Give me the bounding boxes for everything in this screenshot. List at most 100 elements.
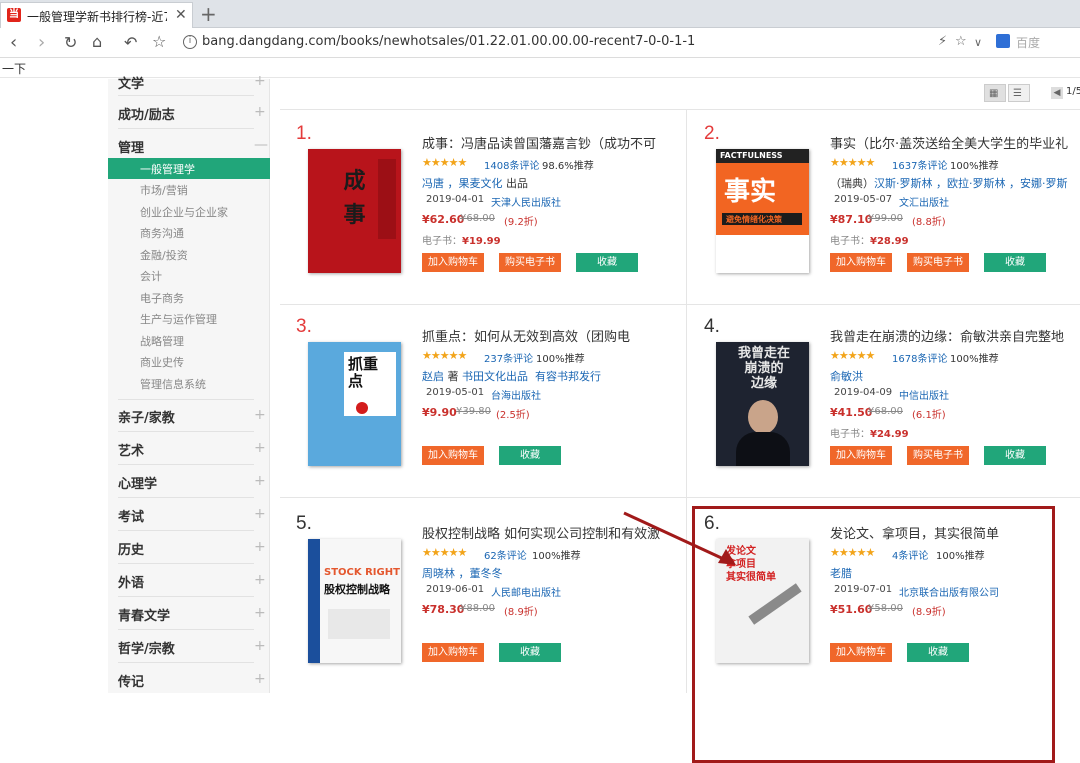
category-item[interactable]: 历史 + xyxy=(118,539,266,558)
category-item[interactable]: 成功/励志 + xyxy=(118,104,266,123)
buy-ebook-button[interactable]: 购买电子书 xyxy=(907,253,969,272)
divider xyxy=(118,431,254,432)
publisher-link[interactable]: 中信出版社 xyxy=(899,387,949,402)
add-to-cart-button[interactable]: 加入购物车 xyxy=(422,446,484,465)
rank-number: 3. xyxy=(296,316,312,337)
book-title[interactable]: 事实（比尔·盖茨送给全美大学生的毕业礼 xyxy=(830,133,1080,152)
book-card: 1. 成 事 成事：冯唐品读曾国藩嘉言钞（成功不可 ★★★★★ 1408条评论 … xyxy=(296,123,686,313)
publisher-link[interactable]: 台海出版社 xyxy=(491,387,541,402)
book-title[interactable]: 成事：冯唐品读曾国藩嘉言钞（成功不可 xyxy=(422,133,686,152)
subcategory-item[interactable]: 电子商务 xyxy=(140,290,184,306)
subcategory-item[interactable]: 生产与运作管理 xyxy=(140,311,217,327)
bookmark-item[interactable]: 一下 xyxy=(2,60,26,77)
subcategory-item[interactable]: 商务沟通 xyxy=(140,225,184,241)
buy-ebook-button[interactable]: 购买电子书 xyxy=(907,446,969,465)
author-link[interactable]: 书田文化出品 xyxy=(462,370,528,383)
book-cover-image[interactable]: 成 事 xyxy=(308,149,401,273)
favorite-star-icon[interactable]: ☆ xyxy=(955,34,967,49)
publisher-link[interactable]: 文汇出版社 xyxy=(899,194,949,209)
book-title[interactable]: 抓重点：如何从无效到高效（团购电 xyxy=(422,326,686,345)
new-tab-button[interactable]: + xyxy=(200,2,217,26)
author-link[interactable]: 有容书邦发行 xyxy=(535,370,601,383)
add-to-cart-button[interactable]: 加入购物车 xyxy=(830,253,892,272)
buy-ebook-button[interactable]: 购买电子书 xyxy=(499,253,561,272)
category-item[interactable]: 考试 + xyxy=(118,506,266,525)
forward-icon[interactable]: › xyxy=(38,32,45,53)
publisher-link[interactable]: 人民邮电出版社 xyxy=(491,584,561,599)
prev-page-icon[interactable]: ◀ xyxy=(1051,87,1063,99)
recommend-rate: 98.6%推荐 xyxy=(542,161,594,172)
category-item[interactable]: 哲学/宗教 + xyxy=(118,638,266,657)
subcategory-item[interactable]: 会计 xyxy=(140,268,162,284)
chevron-down-icon[interactable]: ∨ xyxy=(974,36,982,49)
author-link[interactable]: 冯唐 xyxy=(422,177,444,190)
author-link[interactable]: 俞敏洪 xyxy=(830,370,863,383)
tab-close-icon[interactable]: ✕ xyxy=(175,7,187,23)
category-item-management[interactable]: 管理 — xyxy=(118,137,268,156)
review-count[interactable]: 237条评论 xyxy=(484,350,533,365)
subcategory-item[interactable]: 商业史传 xyxy=(140,354,184,370)
subcategory-item-active[interactable]: 一般管理学 xyxy=(108,158,270,179)
author-link[interactable]: ，果麦文化 xyxy=(448,177,503,190)
book-cover-image[interactable]: FACTFULNESS 事实 避免情绪化决策 xyxy=(716,149,809,273)
author-link[interactable]: ，董冬冬 xyxy=(459,567,503,580)
author-link[interactable]: 汉斯·罗斯林 xyxy=(874,177,933,190)
favorite-button[interactable]: 收藏 xyxy=(576,253,638,272)
review-count[interactable]: 1678条评论 xyxy=(892,350,947,365)
subcategory-item[interactable]: 创业企业与企业家 xyxy=(140,204,228,220)
add-to-cart-button[interactable]: 加入购物车 xyxy=(422,643,484,662)
review-count[interactable]: 1408条评论 xyxy=(484,157,539,172)
list-view-toggle[interactable]: ☰ xyxy=(1008,84,1030,102)
publisher-link[interactable]: 天津人民出版社 xyxy=(491,194,561,209)
original-price: ¥88.00 xyxy=(460,603,495,614)
author-link[interactable]: ，欧拉·罗斯林 xyxy=(936,177,1006,190)
author-link[interactable]: 赵启 xyxy=(422,370,444,383)
publish-date: 2019-05-01 xyxy=(426,387,485,398)
category-item[interactable]: 艺术 + xyxy=(118,440,266,459)
book-cover-image[interactable]: STOCK RIGHT 股权控制战略 xyxy=(308,539,401,663)
subcategory-item[interactable]: 管理信息系统 xyxy=(140,376,206,392)
current-price: ¥62.60 xyxy=(422,213,465,226)
rank-number: 2. xyxy=(704,123,720,144)
recommend-rate: 100%推荐 xyxy=(950,161,999,172)
subcategory-item[interactable]: 战略管理 xyxy=(140,333,184,349)
add-to-cart-button[interactable]: 加入购物车 xyxy=(830,446,892,465)
category-item[interactable]: 亲子/家教 + xyxy=(118,407,266,426)
subcategory-item[interactable]: 金融/投资 xyxy=(140,247,188,263)
author-role: 著 xyxy=(447,370,459,383)
category-item[interactable]: 心理学 + xyxy=(118,473,266,492)
browser-tab[interactable]: 当 一般管理学新书排行榜-近7日新 ✕ xyxy=(0,2,193,28)
baidu-icon[interactable] xyxy=(996,34,1010,48)
author-link[interactable]: ，安娜·罗斯 xyxy=(1009,177,1068,190)
back-icon[interactable]: ‹ xyxy=(10,32,17,53)
book-cover-image[interactable]: 抓重点 xyxy=(308,342,401,466)
subcategory-item[interactable]: 市场/营销 xyxy=(140,182,188,198)
category-item[interactable]: 青春文学 + xyxy=(118,605,266,624)
url-field[interactable]: bang.dangdang.com/books/newhotsales/01.2… xyxy=(202,34,695,49)
site-info-icon[interactable]: i xyxy=(183,35,197,49)
lightning-icon[interactable]: ⚡ xyxy=(938,34,947,49)
favorite-button[interactable]: 收藏 xyxy=(499,643,561,662)
undo-icon[interactable]: ↶ xyxy=(124,33,137,52)
review-count[interactable]: 1637条评论 xyxy=(892,157,947,172)
category-item[interactable]: 传记 + xyxy=(118,671,266,690)
favorite-button[interactable]: 收藏 xyxy=(984,446,1046,465)
book-title[interactable]: 我曾走在崩溃的边缘：俞敏洪亲自完整地 xyxy=(830,326,1080,345)
tab-title: 一般管理学新书排行榜-近7日新 xyxy=(27,10,167,24)
original-price: ¥39.80 xyxy=(456,406,491,417)
grid-view-toggle[interactable]: ▦ xyxy=(984,84,1006,102)
search-input[interactable]: 百度 xyxy=(1016,34,1040,51)
bookmark-star-icon[interactable]: ☆ xyxy=(152,32,166,51)
book-cover-image[interactable]: 我曾走在 崩溃的 边缘 xyxy=(716,342,809,466)
favorite-button[interactable]: 收藏 xyxy=(499,446,561,465)
add-to-cart-button[interactable]: 加入购物车 xyxy=(422,253,484,272)
author-line: 俞敏洪 xyxy=(830,368,863,384)
author-link[interactable]: 周晓林 xyxy=(422,567,455,580)
favorite-button[interactable]: 收藏 xyxy=(984,253,1046,272)
category-item-partial[interactable]: 文学 + xyxy=(118,73,266,92)
reload-icon[interactable]: ↻ xyxy=(64,33,77,52)
home-icon[interactable]: ⌂ xyxy=(92,32,102,51)
review-count[interactable]: 62条评论 xyxy=(484,547,527,562)
category-sidebar: 文学 + 成功/励志 + 管理 — 一般管理学 市场/营销 创业企业与企业家 商务沟通… xyxy=(108,73,270,693)
category-item[interactable]: 外语 + xyxy=(118,572,266,591)
